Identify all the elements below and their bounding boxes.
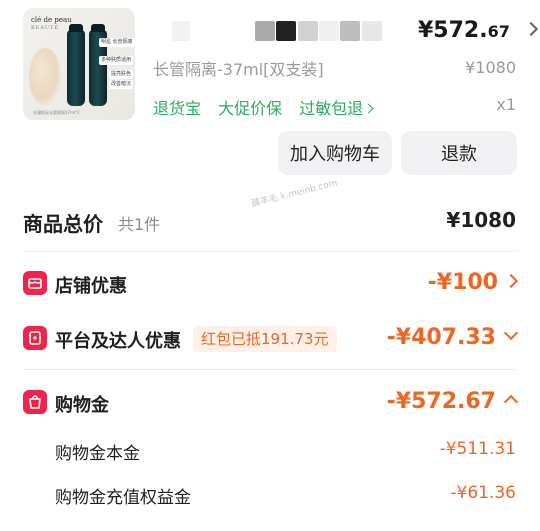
mosaic-block: [172, 21, 190, 41]
shopping-gold-label: 购物金: [55, 395, 109, 416]
shopping-gold-amount[interactable]: -¥572.67: [387, 389, 519, 414]
add-to-cart-button[interactable]: 加入购物车: [278, 131, 392, 175]
tag-return-insurance: 退货宝: [153, 99, 202, 118]
thumb-tag: 明星 长管隔离: [99, 38, 135, 47]
shop-discount-icon: [23, 271, 47, 295]
chevron-right-icon: [523, 21, 538, 37]
paid-price[interactable]: ¥572.67: [418, 18, 538, 43]
thumb-caption: 光凝焕采长管隔离37ml*2: [33, 110, 80, 115]
total-price-label: 商品总价: [23, 212, 103, 236]
mosaic-block: [255, 21, 275, 41]
product-thumbnail[interactable]: clé de peau BEAUTÉ 明星 长管隔离 多种肤质适用 提亮肤色 改…: [23, 8, 135, 120]
thumb-tag: 提亮肤色: [109, 70, 134, 79]
cream-swatch: [29, 48, 61, 106]
mosaic-block: [340, 21, 360, 41]
mosaic-block: [298, 21, 318, 41]
platform-discount-label: 平台及达人优惠: [55, 331, 181, 352]
gold-bonus-label: 购物金充值权益金: [55, 488, 191, 508]
chevron-right-icon: [363, 103, 374, 114]
mosaic-block: [319, 21, 339, 41]
product-spec: 长管隔离-37ml[双支装]: [153, 60, 324, 79]
service-tags[interactable]: 退货宝 大促价保 过敏包退: [153, 95, 374, 119]
shopping-gold-icon: [23, 390, 47, 414]
brand-logo: clé de peau BEAUTÉ: [31, 16, 72, 31]
thumb-tag: 改善暗沉: [109, 80, 134, 89]
chevron-down-icon: [503, 325, 519, 341]
divider: [23, 369, 517, 370]
item-count: 共1件: [118, 215, 161, 234]
gold-bonus-amount: -¥61.36: [450, 483, 516, 503]
thumb-tag: 多种肤质适用: [99, 56, 134, 65]
platform-discount-icon: [23, 326, 47, 350]
mosaic-block: [362, 21, 382, 41]
gold-principal-amount: -¥511.31: [439, 439, 516, 459]
shop-discount-amount[interactable]: -¥100: [428, 270, 519, 295]
shop-discount-label: 店铺优惠: [55, 276, 127, 297]
refund-button[interactable]: 退款: [401, 131, 517, 175]
product-tube: [67, 24, 85, 106]
mosaic-block: [276, 21, 296, 41]
divider: [23, 251, 517, 252]
chevron-up-icon: [503, 394, 519, 410]
tag-price-protect: 大促价保: [218, 99, 283, 118]
gold-principal-label: 购物金本金: [55, 444, 140, 464]
platform-discount-amount[interactable]: -¥407.33: [387, 325, 519, 350]
original-price: ¥1080: [465, 58, 516, 77]
red-packet-badge: 红包已抵191.73元: [193, 326, 337, 352]
chevron-right-icon: [503, 273, 519, 289]
tag-allergy-refund: 过敏包退: [299, 99, 364, 118]
watermark: 薅羊毛 k.meinb.com: [250, 178, 339, 210]
total-price-value: ¥1080: [446, 208, 516, 232]
quantity: x1: [496, 95, 516, 114]
